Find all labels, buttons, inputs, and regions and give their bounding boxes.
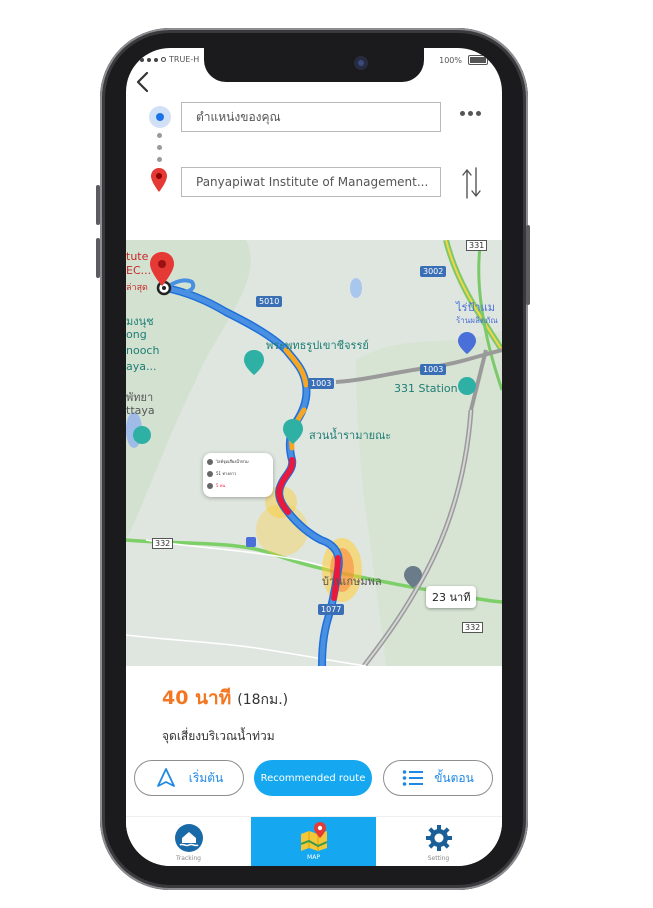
popup-detail: 51 ทางดาว (216, 471, 237, 476)
edge-label: nooch (126, 344, 160, 357)
place-label[interactable]: พระพุทธรูปเขาชีจรรย์ (266, 336, 369, 354)
recommended-label: Recommended route (260, 772, 366, 784)
place-label[interactable]: 331 Station (394, 382, 458, 395)
tab-map[interactable]: MAP (251, 817, 376, 866)
eta-time: 40 นาที (162, 687, 232, 709)
battery-percent: 100% (439, 55, 462, 65)
battery-icon (468, 55, 488, 65)
place-label[interactable]: สวนน้ำรามายณะ (309, 426, 391, 444)
route-connector-dot (157, 133, 162, 138)
volume-up-button (96, 185, 100, 225)
destination-input[interactable]: Panyapiwat Institute of Management... (181, 167, 441, 197)
flood-warning-text: จุดเสี่ยงบริเวณน้ำท่วม (162, 729, 275, 743)
steps-label: ขั้นตอน (434, 770, 474, 785)
edge-label: ttaya (126, 404, 155, 417)
start-button[interactable]: เริ่มต้น (134, 760, 244, 796)
volume-down-button (96, 238, 100, 278)
eta-distance: (18กม.) (237, 692, 289, 708)
carrier-label: TRUE-H (169, 55, 200, 64)
tab-setting[interactable]: Setting (376, 817, 501, 866)
road-shield: 1003 (308, 378, 335, 389)
signal-dot (140, 57, 144, 62)
list-icon (402, 770, 424, 786)
road-shield: 332 (462, 622, 484, 633)
navigation-arrow-icon (156, 768, 175, 787)
route-connector-dot (157, 145, 162, 150)
people-icon (207, 482, 213, 489)
check-icon (207, 470, 213, 477)
status-bar-left: TRUE-H (140, 55, 199, 64)
place-label[interactable]: บ้านเกษมพล (322, 572, 382, 590)
tab-tracking[interactable]: Tracking (126, 817, 251, 866)
road-shield: 1077 (318, 604, 345, 615)
route-info-panel: 40 นาที (18กม.) จุดเสี่ยงบริเวณน้ำท่วม เ… (126, 666, 502, 816)
origin-location-icon (149, 106, 171, 128)
status-bar-right: 100% (439, 55, 488, 65)
road-shield: 332 (152, 538, 174, 549)
tab-map-label: MAP (307, 854, 320, 861)
edge-label: ล่าสุด (126, 283, 148, 293)
place-label[interactable]: ร้านผลิตภัณ (456, 314, 498, 327)
road-shield: 3002 (420, 266, 447, 277)
popup-title: ไลท์จุดเสี่ยงน้ำท่วม (216, 459, 249, 464)
tab-tracking-label: Tracking (176, 855, 201, 862)
route-time-label[interactable]: 23 นาที (426, 586, 477, 608)
screen: TRUE-H 100% ตำแหน่งของคุณ Panyapiwat Ins… (126, 48, 502, 866)
tab-setting-label: Setting (427, 855, 450, 862)
destination-pin-icon (151, 168, 167, 192)
edge-label: aya... (126, 360, 157, 373)
edge-label: ong (126, 328, 147, 341)
edge-label: EC... (126, 264, 152, 277)
power-button (526, 225, 530, 305)
gear-icon (425, 825, 452, 851)
notch (204, 48, 424, 82)
map-icon (300, 822, 327, 851)
flood-risk-popup[interactable]: ไลท์จุดเสี่ยงน้ำท่วม 51 ทางดาว 5 คน (203, 453, 273, 497)
alert-icon (207, 458, 213, 465)
recommended-route-button[interactable]: Recommended route (254, 760, 372, 796)
eta: 40 นาที (18กม.) (162, 683, 288, 713)
tab-bar: Tracking MAP Setting (126, 816, 502, 866)
origin-input[interactable]: ตำแหน่งของคุณ (181, 102, 441, 132)
steps-button[interactable]: ขั้นตอน (383, 760, 493, 796)
road-shield: 331 (466, 240, 488, 251)
swap-route-icon[interactable] (461, 166, 483, 200)
signal-dot (161, 57, 166, 62)
camera-icon (354, 56, 368, 70)
popup-count: 5 คน (216, 483, 226, 488)
route-map[interactable]: พระพุทธรูปเขาชีจรรย์ สวนน้ำรามายณะ 331 S… (126, 240, 502, 666)
back-arrow-icon[interactable] (132, 70, 156, 94)
start-label: เริ่มต้น (188, 770, 224, 785)
edge-label: tute (126, 250, 149, 263)
home-flood-icon (174, 824, 203, 852)
road-shield: 5010 (256, 296, 283, 307)
more-options-icon[interactable] (460, 111, 481, 116)
signal-dot (154, 57, 158, 62)
signal-dot (147, 57, 151, 62)
route-connector-dot (157, 157, 162, 162)
road-shield: 1003 (420, 364, 447, 375)
